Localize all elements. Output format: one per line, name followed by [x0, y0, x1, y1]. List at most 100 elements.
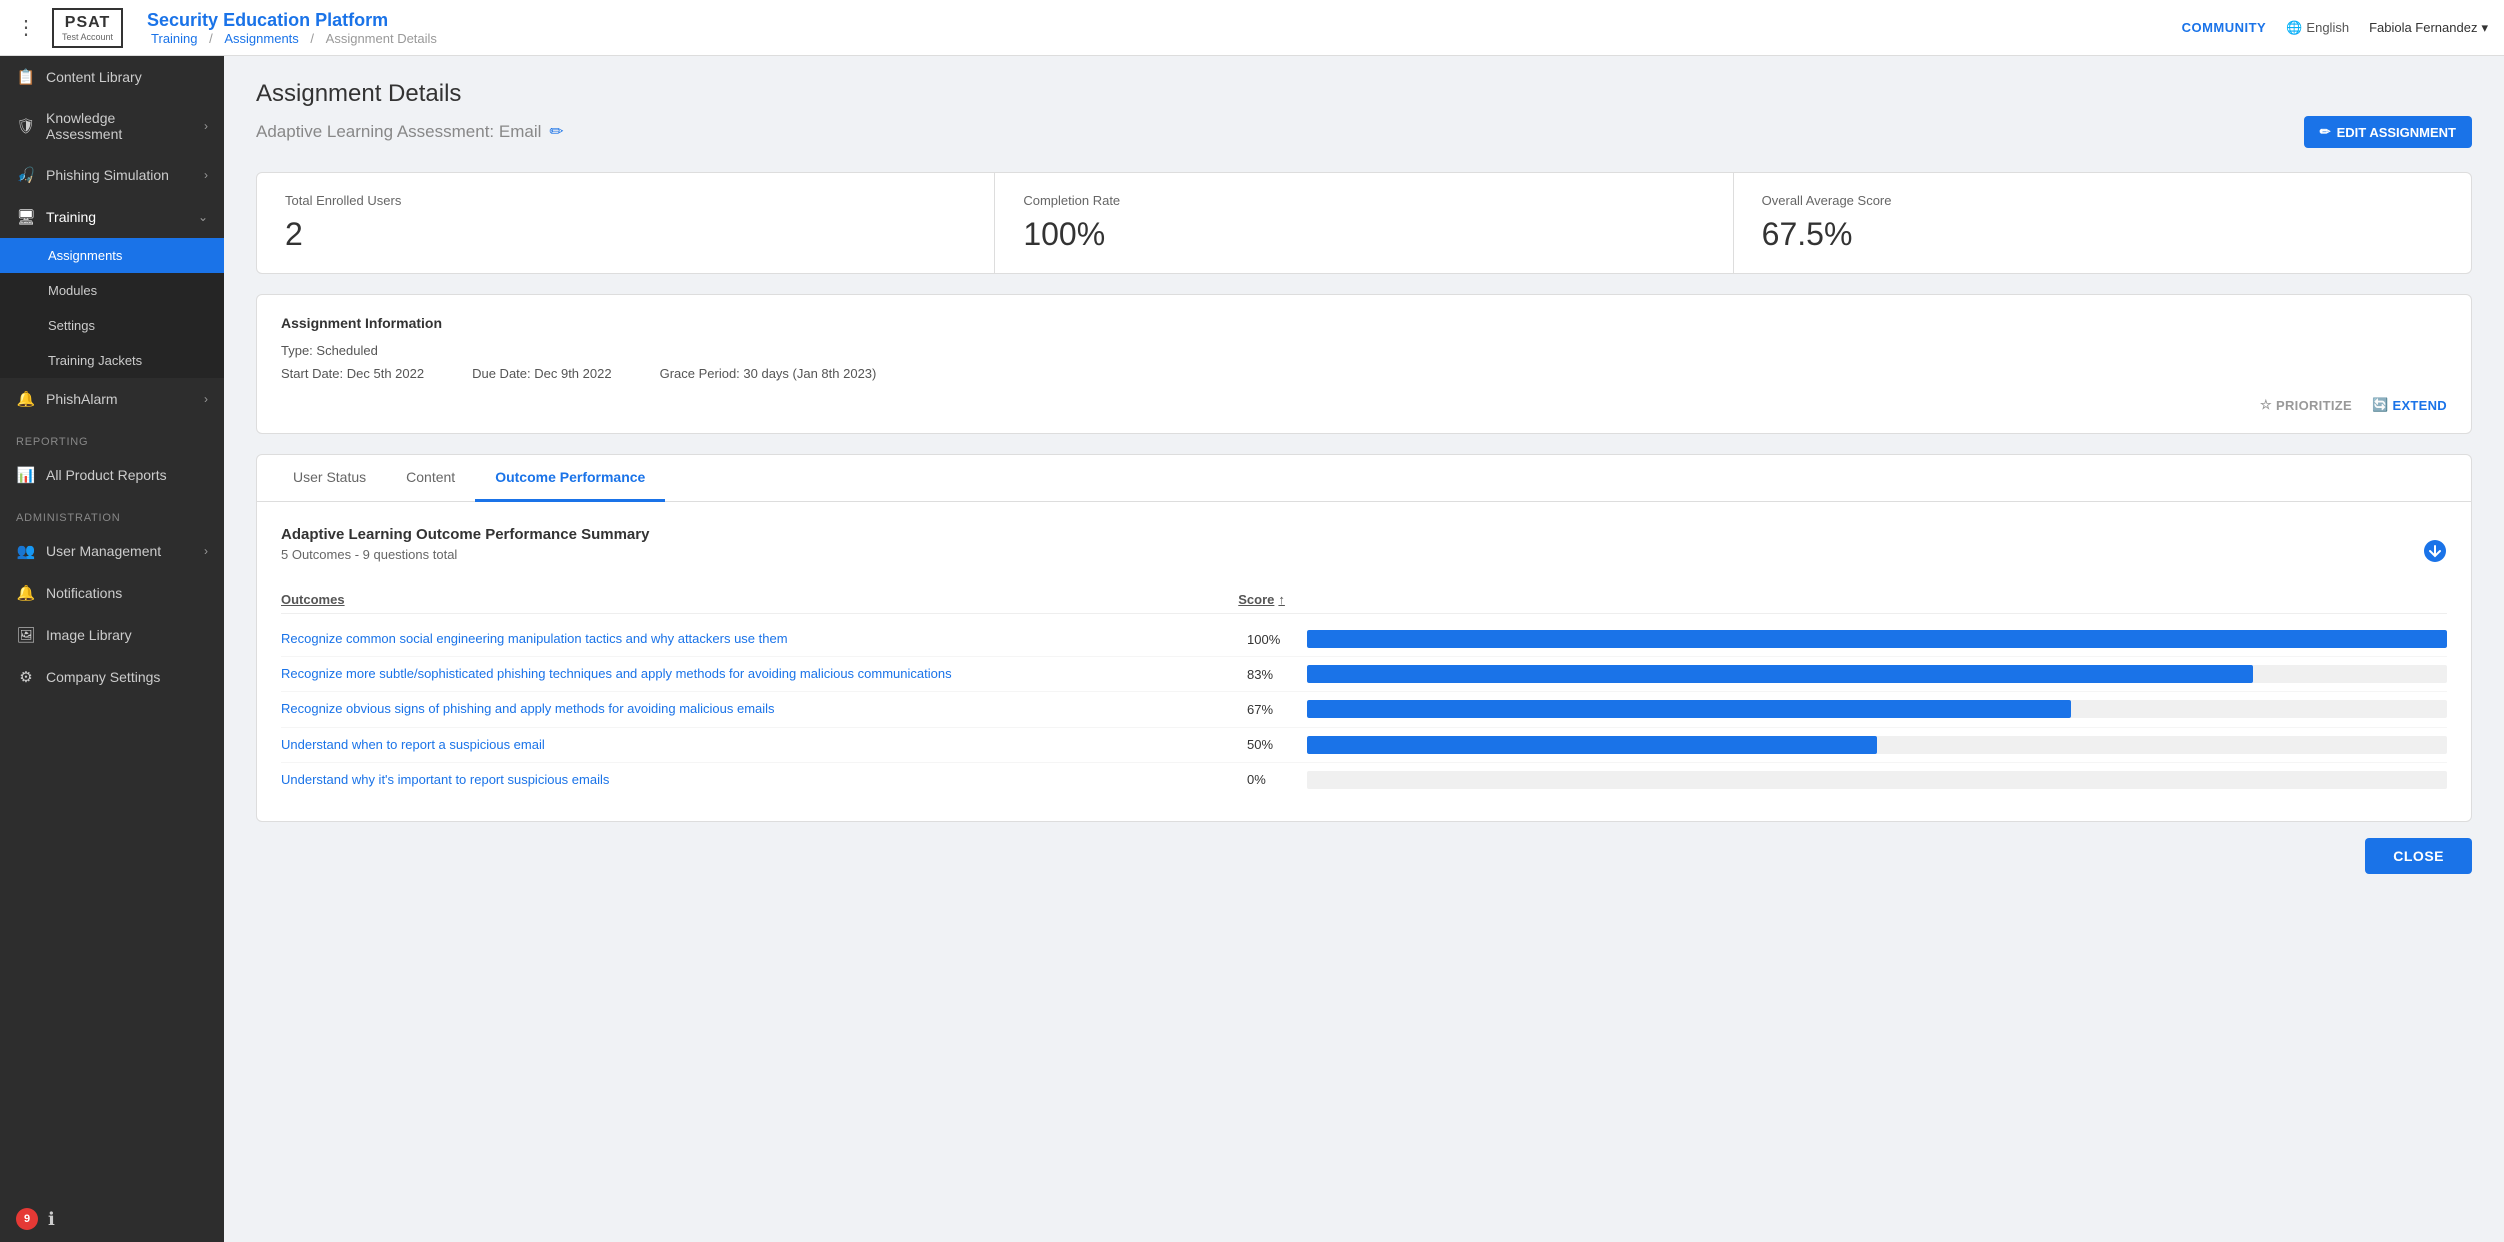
sidebar-item-training[interactable]: 🖥 Training ⌄: [0, 196, 224, 238]
chevron-right-icon: ›: [204, 544, 208, 558]
info-card-title: Assignment Information: [281, 315, 2447, 331]
edit-pencil-icon[interactable]: ✏: [549, 122, 563, 142]
training-icon: 🖥: [16, 208, 36, 226]
sidebar: 📋 Content Library 🛡 Knowledge Assessment…: [0, 56, 224, 1242]
outcome-summary-sub: 5 Outcomes - 9 questions total: [281, 547, 649, 562]
sidebar-item-phishing-simulation[interactable]: 🎣 Phishing Simulation ›: [0, 154, 224, 196]
outcome-header-row: Adaptive Learning Outcome Performance Su…: [281, 526, 2447, 582]
reporting-section-label: Reporting: [0, 420, 224, 454]
assignment-info-card: Assignment Information Type: Scheduled S…: [256, 294, 2472, 434]
sidebar-item-image-library[interactable]: 🖼 Image Library: [0, 614, 224, 656]
tab-label: User Status: [293, 469, 366, 485]
sidebar-item-all-product-reports[interactable]: 📊 All Product Reports: [0, 454, 224, 496]
subtitle-text: Adaptive Learning Assessment: Email: [256, 122, 541, 142]
outcome-name[interactable]: Recognize common social engineering mani…: [281, 630, 1247, 648]
sidebar-item-settings[interactable]: Settings: [0, 308, 224, 343]
assignment-actions: ☆ PRIORITIZE 🔄 EXTEND: [281, 397, 2447, 413]
user-menu[interactable]: Fabiola Fernandez ▾: [2369, 20, 2488, 36]
globe-icon: 🌐: [2286, 20, 2302, 36]
outcome-score: 100%: [1247, 632, 1307, 647]
stat-label: Total Enrolled Users: [285, 193, 966, 208]
outcomes-list: Recognize common social engineering mani…: [281, 622, 2447, 797]
training-submenu: Assignments Modules Settings Training Ja…: [0, 238, 224, 378]
outcome-bar-container: [1307, 665, 2447, 683]
chevron-right-icon: ›: [204, 392, 208, 406]
header-right: COMMUNITY 🌐 English Fabiola Fernandez ▾: [2182, 20, 2488, 36]
stat-value: 2: [285, 216, 966, 253]
breadcrumb-root[interactable]: Training: [151, 31, 197, 46]
stat-label: Completion Rate: [1023, 193, 1704, 208]
page-subtitle: Adaptive Learning Assessment: Email ✏: [256, 122, 564, 142]
content-library-icon: 📋: [16, 68, 36, 86]
stat-value: 67.5%: [1762, 216, 2443, 253]
assignment-dates: Start Date: Dec 5th 2022 Due Date: Dec 9…: [281, 366, 2447, 381]
stat-card-enrolled: Total Enrolled Users 2: [257, 173, 995, 273]
knowledge-assessment-icon: 🛡: [16, 117, 36, 135]
page-subtitle-row: Adaptive Learning Assessment: Email ✏ ✏ …: [256, 116, 2472, 148]
header-logo: PSAT Test Account: [52, 8, 123, 48]
language-label: English: [2306, 20, 2349, 35]
sidebar-item-training-jackets[interactable]: Training Jackets: [0, 343, 224, 378]
sidebar-item-notifications[interactable]: 🔔 Notifications: [0, 572, 224, 614]
dots-menu[interactable]: ⋮: [16, 15, 36, 40]
edit-assignment-button[interactable]: ✏ EDIT ASSIGNMENT: [2304, 116, 2472, 148]
outcomes-col-header: Outcomes Score ↑: [281, 586, 2447, 614]
outcome-bar-container: [1307, 736, 2447, 754]
header-app-title: Security Education Platform: [147, 10, 2182, 31]
sidebar-sub-label: Assignments: [48, 248, 122, 263]
tab-outcome-performance[interactable]: Outcome Performance: [475, 455, 665, 502]
extend-icon: 🔄: [2372, 397, 2389, 413]
language-selector[interactable]: 🌐 English: [2286, 20, 2349, 36]
notification-badge[interactable]: 9: [16, 1208, 38, 1230]
sidebar-item-label: Phishing Simulation: [46, 167, 194, 183]
image-library-icon: 🖼: [16, 626, 36, 644]
outcome-score: 0%: [1247, 772, 1307, 787]
sidebar-item-assignments[interactable]: Assignments: [0, 238, 224, 273]
tab-label: Outcome Performance: [495, 469, 645, 485]
company-settings-icon: ⚙: [16, 668, 36, 686]
sidebar-sub-label: Training Jackets: [48, 353, 142, 368]
outcome-name[interactable]: Understand why it's important to report …: [281, 771, 1247, 789]
tab-content[interactable]: Content: [386, 455, 475, 502]
top-header: ⋮ PSAT Test Account Security Education P…: [0, 0, 2504, 56]
sidebar-sub-label: Settings: [48, 318, 95, 333]
chevron-down-icon: ⌄: [198, 210, 208, 224]
outcome-score: 67%: [1247, 702, 1307, 717]
sidebar-bottom: 9 ℹ: [0, 1196, 224, 1242]
outcome-name[interactable]: Recognize more subtle/sophisticated phis…: [281, 665, 1247, 683]
logo-box: PSAT Test Account: [52, 8, 123, 48]
community-link[interactable]: COMMUNITY: [2182, 20, 2267, 35]
outcome-bar-container: [1307, 771, 2447, 789]
download-button[interactable]: [2423, 539, 2447, 569]
col-outcome-header: Outcomes: [281, 592, 1238, 607]
edit-icon: ✏: [2320, 124, 2331, 140]
tabs-header: User Status Content Outcome Performance: [257, 455, 2471, 502]
help-icon[interactable]: ℹ: [48, 1209, 55, 1230]
sidebar-item-modules[interactable]: Modules: [0, 273, 224, 308]
outcome-bar: [1307, 630, 2447, 648]
breadcrumb: Training / Assignments / Assignment Deta…: [147, 31, 2182, 46]
sidebar-item-label: Company Settings: [46, 669, 208, 685]
outcome-name[interactable]: Understand when to report a suspicious e…: [281, 736, 1247, 754]
phishalarm-icon: 🔔: [16, 390, 36, 408]
close-button[interactable]: CLOSE: [2365, 838, 2472, 874]
sidebar-item-content-library[interactable]: 📋 Content Library: [0, 56, 224, 98]
sidebar-item-label: User Management: [46, 543, 194, 559]
sidebar-item-company-settings[interactable]: ⚙ Company Settings: [0, 656, 224, 698]
breadcrumb-parent[interactable]: Assignments: [224, 31, 298, 46]
sidebar-item-phishalarm[interactable]: 🔔 PhishAlarm ›: [0, 378, 224, 420]
outcome-row: Recognize obvious signs of phishing and …: [281, 692, 2447, 727]
outcome-row: Recognize more subtle/sophisticated phis…: [281, 657, 2447, 692]
prioritize-button[interactable]: ☆ PRIORITIZE: [2260, 397, 2352, 413]
extend-button[interactable]: 🔄 EXTEND: [2372, 397, 2447, 413]
breadcrumb-current: Assignment Details: [326, 31, 437, 46]
tab-user-status[interactable]: User Status: [273, 455, 386, 502]
sidebar-item-knowledge-assessment[interactable]: 🛡 Knowledge Assessment ›: [0, 98, 224, 154]
outcome-name[interactable]: Recognize obvious signs of phishing and …: [281, 700, 1247, 718]
outcome-score: 83%: [1247, 667, 1307, 682]
reports-icon: 📊: [16, 466, 36, 484]
outcome-bar: [1307, 700, 2071, 718]
sidebar-item-user-management[interactable]: 👥 User Management ›: [0, 530, 224, 572]
sort-icon[interactable]: ↑: [1278, 592, 1285, 607]
stat-card-completion: Completion Rate 100%: [995, 173, 1733, 273]
